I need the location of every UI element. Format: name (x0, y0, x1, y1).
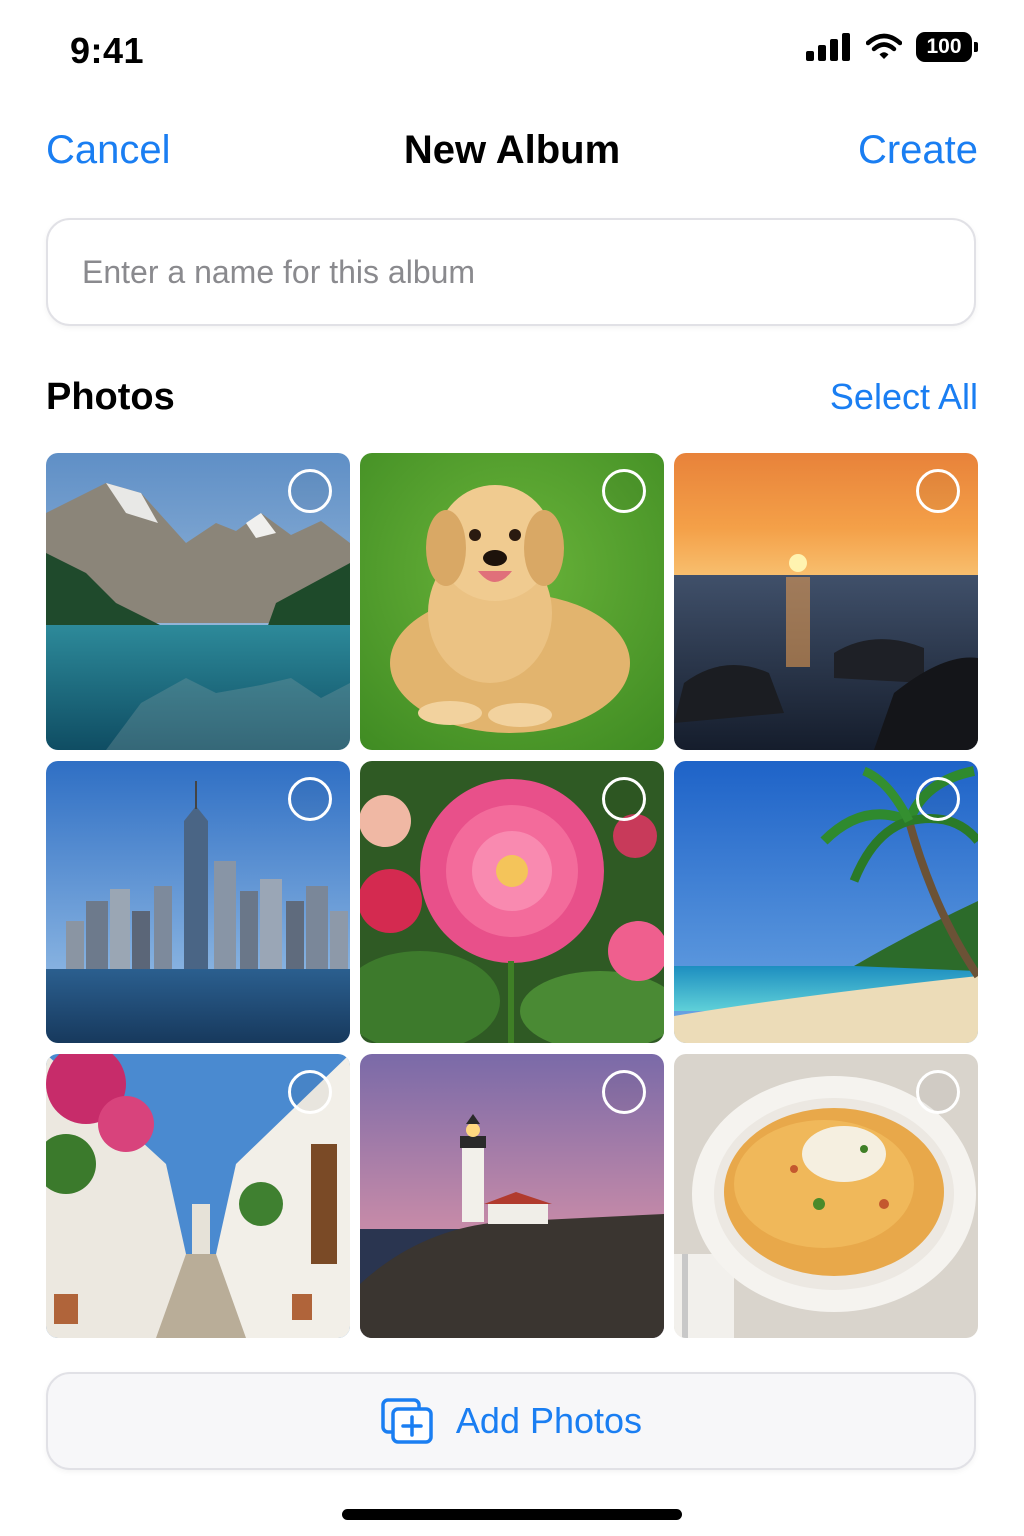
album-name-field[interactable] (46, 218, 976, 326)
select-circle[interactable] (602, 777, 646, 821)
status-icons: 100 (806, 32, 978, 62)
photo-thumbnail-golden-retriever[interactable] (360, 453, 664, 750)
battery-level: 100 (916, 32, 972, 62)
select-circle[interactable] (916, 777, 960, 821)
add-photos-icon (381, 1398, 433, 1444)
photo-thumbnail-mountain-lake[interactable] (46, 453, 350, 750)
add-photos-label: Add Photos (455, 1400, 643, 1441)
select-circle[interactable] (916, 469, 960, 513)
battery-icon: 100 (916, 32, 978, 62)
photo-thumbnail-pasta-bowl[interactable] (674, 1054, 978, 1338)
album-name-input[interactable] (48, 220, 974, 324)
photo-thumbnail-ocean-sunset[interactable] (674, 453, 978, 750)
status-time: 9:41 (70, 30, 145, 71)
select-all-button[interactable]: Select All (830, 376, 978, 418)
select-circle[interactable] (288, 1070, 332, 1114)
create-button[interactable]: Create (858, 128, 978, 173)
photo-thumbnail-palm-beach[interactable] (674, 761, 978, 1043)
photo-thumbnail-pink-dahlia[interactable] (360, 761, 664, 1043)
signal-icon (806, 33, 850, 61)
select-circle[interactable] (288, 777, 332, 821)
select-circle[interactable] (288, 469, 332, 513)
select-circle[interactable] (602, 469, 646, 513)
photo-thumbnail-city-skyline[interactable] (46, 761, 350, 1043)
photo-thumbnail-lighthouse-dusk[interactable] (360, 1054, 664, 1338)
photo-thumbnail-flower-alley[interactable] (46, 1054, 350, 1338)
home-indicator[interactable] (342, 1509, 682, 1520)
photos-section-title: Photos (46, 376, 175, 418)
wifi-icon (866, 33, 902, 59)
select-circle[interactable] (916, 1070, 960, 1114)
select-circle[interactable] (602, 1070, 646, 1114)
add-photos-button[interactable]: Add Photos (46, 1372, 976, 1470)
